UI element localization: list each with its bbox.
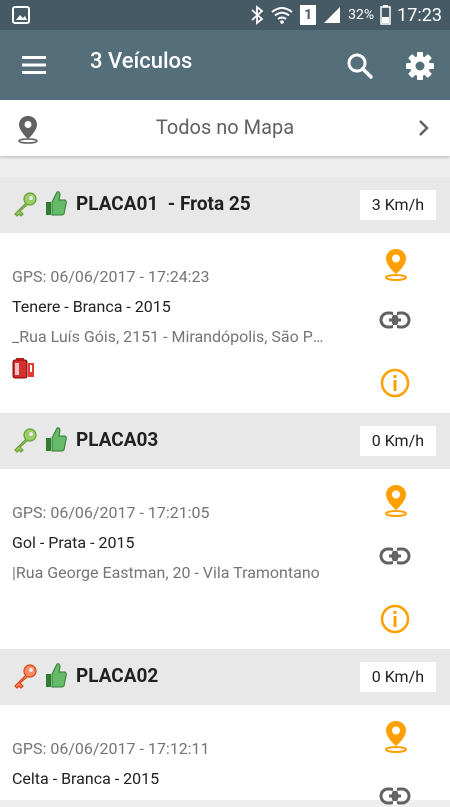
clock: 17:23 bbox=[397, 4, 442, 26]
link-icon[interactable] bbox=[379, 785, 411, 807]
thumbs-up-icon bbox=[46, 663, 67, 688]
gps-timestamp: GPS: 06/06/2017 - 17:24:23 bbox=[12, 267, 210, 286]
speed-badge: 3 Km/h bbox=[359, 190, 436, 220]
chevron-right-icon bbox=[419, 120, 429, 136]
page-title: 3 Veículos bbox=[90, 49, 193, 74]
link-icon[interactable] bbox=[379, 309, 411, 331]
search-icon[interactable] bbox=[344, 50, 376, 82]
battery-alert-icon bbox=[12, 358, 34, 379]
vehicle-plate: PLACA02 bbox=[76, 664, 159, 687]
speed-badge: 0 Km/h bbox=[359, 426, 436, 456]
vehicle-details[interactable]: GPS: 06/06/2017 - 17:24:23 Tenere - Bran… bbox=[0, 233, 450, 413]
gps-timestamp: GPS: 06/06/2017 - 17:21:05 bbox=[12, 503, 210, 522]
locate-on-map-icon[interactable] bbox=[382, 483, 410, 517]
vehicle-model: Tenere - Branca - 2015 bbox=[12, 297, 171, 316]
vehicle-model: Celta - Branca - 2015 bbox=[12, 769, 160, 788]
menu-icon[interactable] bbox=[20, 52, 50, 78]
speed-badge: 0 Km/h bbox=[359, 662, 436, 692]
settings-gear-icon[interactable] bbox=[404, 50, 436, 82]
image-notification-icon bbox=[12, 6, 30, 24]
vehicle-model: Gol - Prata - 2015 bbox=[12, 533, 135, 552]
ignition-key-icon bbox=[14, 664, 37, 689]
vehicle-plate: PLACA03 bbox=[76, 428, 159, 451]
thumbs-up-icon bbox=[46, 427, 67, 452]
sim-badge: 1 bbox=[300, 5, 317, 25]
signal-icon bbox=[324, 7, 341, 23]
vehicle-address: |Rua George Eastman, 20 - Vila Tramontan… bbox=[12, 563, 320, 582]
ignition-key-icon bbox=[14, 192, 37, 217]
link-icon[interactable] bbox=[379, 545, 411, 567]
ignition-key-icon bbox=[14, 428, 37, 453]
locate-on-map-icon[interactable] bbox=[382, 719, 410, 753]
vehicle-header[interactable]: PLACA02 0 Km/h bbox=[0, 649, 450, 705]
vehicle-header[interactable]: PLACA03 0 Km/h bbox=[0, 413, 450, 469]
all-on-map-row[interactable]: Todos no Mapa bbox=[0, 100, 450, 156]
vehicle-details[interactable]: GPS: 06/06/2017 - 17:21:05 Gol - Prata -… bbox=[0, 469, 450, 649]
thumbs-up-icon bbox=[46, 191, 67, 216]
vehicle-plate: PLACA01 - Frota 25 bbox=[76, 192, 251, 215]
status-bar: 1 32% 17:23 bbox=[0, 0, 450, 30]
battery-icon bbox=[380, 5, 391, 25]
bluetooth-icon bbox=[251, 5, 264, 25]
app-bar: 3 Veículos bbox=[0, 30, 450, 100]
vehicle-header[interactable]: PLACA01 - Frota 25 3 Km/h bbox=[0, 177, 450, 233]
all-on-map-label: Todos no Mapa bbox=[155, 115, 295, 139]
gps-timestamp: GPS: 06/06/2017 - 17:12:11 bbox=[12, 739, 210, 758]
battery-percent: 32% bbox=[348, 7, 375, 23]
info-icon[interactable] bbox=[379, 367, 411, 399]
info-icon[interactable] bbox=[379, 603, 411, 635]
locate-on-map-icon[interactable] bbox=[382, 247, 410, 281]
wifi-icon bbox=[271, 7, 293, 24]
vehicle-address: _Rua Luís Góis, 2151 - Mirandópolis, São… bbox=[12, 327, 324, 346]
vehicle-details[interactable]: GPS: 06/06/2017 - 17:12:11 Celta - Branc… bbox=[0, 705, 450, 805]
